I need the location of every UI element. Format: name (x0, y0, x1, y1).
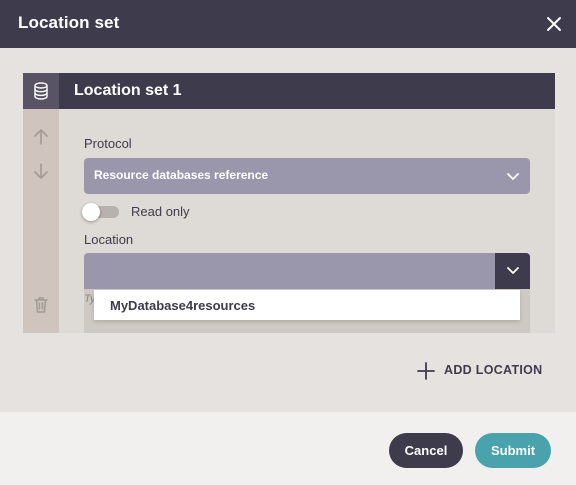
chevron-down-icon (506, 170, 520, 188)
cancel-button[interactable]: Cancel (389, 433, 463, 468)
location-option[interactable]: MyDatabase4resources (110, 298, 255, 313)
location-set-title: Location set 1 (74, 82, 182, 99)
arrow-up-icon[interactable] (31, 127, 51, 152)
submit-button[interactable]: Submit (475, 433, 551, 468)
read-only-toggle[interactable] (82, 203, 100, 221)
protocol-select[interactable]: Resource databases reference (84, 158, 530, 194)
database-icon-box (23, 73, 59, 109)
protocol-label: Protocol (84, 136, 132, 151)
dialog-titlebar: Location set (0, 0, 576, 48)
database-icon (34, 82, 48, 100)
dialog-title: Location set (18, 13, 120, 32)
read-only-label: Read only (131, 204, 190, 219)
protocol-value: Resource databases reference (94, 168, 269, 182)
plus-icon (417, 362, 435, 380)
location-select[interactable] (84, 253, 530, 289)
arrow-down-icon[interactable] (31, 161, 51, 186)
add-location-label: ADD LOCATION (444, 363, 543, 377)
trash-icon[interactable] (31, 295, 51, 320)
chevron-down-icon (507, 267, 519, 274)
location-label: Location (84, 232, 134, 247)
close-icon[interactable] (543, 13, 565, 35)
location-dropdown-toggle[interactable] (495, 253, 530, 289)
location-dropdown-menu: MyDatabase4resources (94, 290, 520, 320)
location-set-card-header: Location set 1 (23, 73, 555, 109)
card-side-rail (23, 109, 59, 333)
